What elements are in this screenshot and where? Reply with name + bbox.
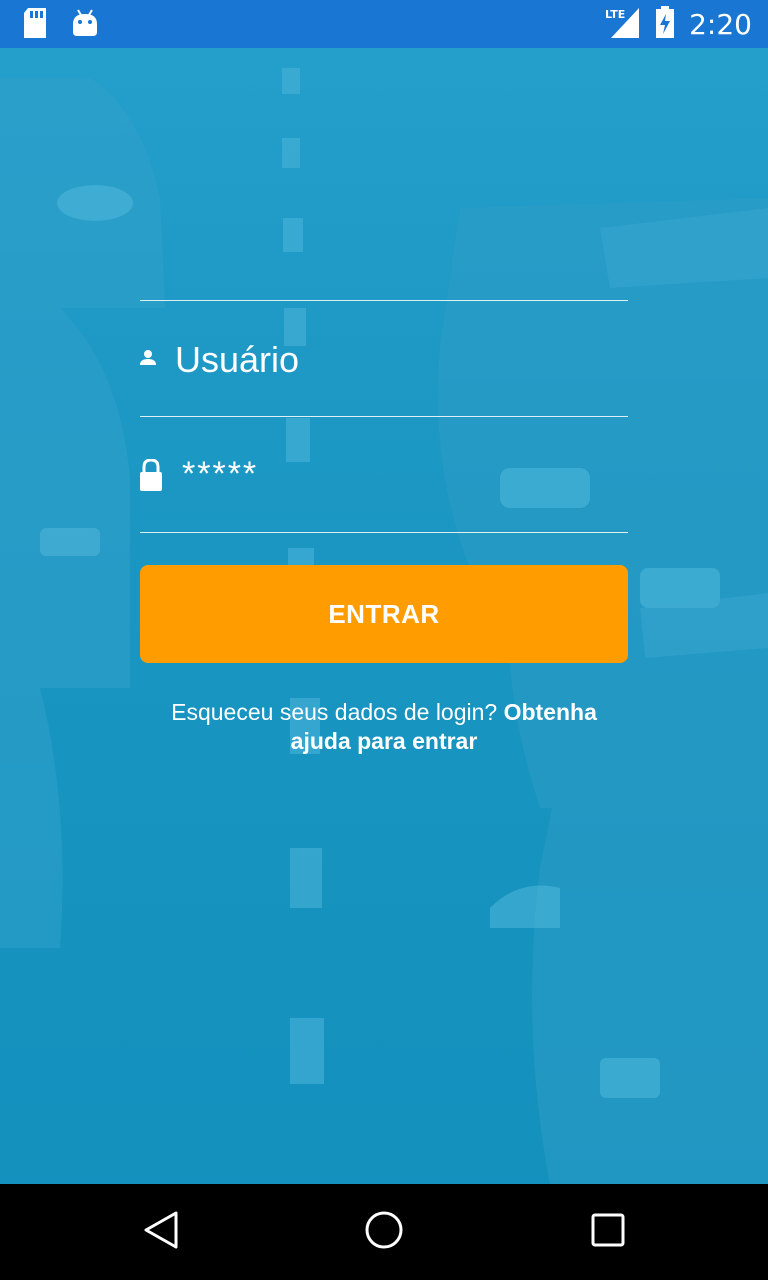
username-placeholder: Usuário [175, 339, 300, 380]
status-bar: LTE 2:20 [0, 0, 768, 48]
login-help-text: Esqueceu seus dados de login? Obtenha aj… [140, 698, 628, 756]
recents-icon[interactable] [590, 1210, 626, 1255]
help-text: Esqueceu seus dados de login? [171, 699, 498, 725]
sd-card-icon [22, 8, 48, 43]
home-icon[interactable] [364, 1210, 404, 1255]
password-value: ***** [182, 455, 259, 493]
login-button[interactable]: ENTRAR [140, 565, 628, 663]
battery-icon [655, 6, 675, 43]
android-icon [72, 8, 98, 43]
back-icon[interactable] [142, 1210, 180, 1255]
user-icon [140, 349, 156, 370]
divider [140, 532, 628, 533]
status-time: 2:20 [689, 8, 752, 41]
navigation-bar [0, 1184, 768, 1280]
svg-text:LTE: LTE [605, 8, 625, 21]
username-field[interactable]: Usuário [140, 301, 628, 416]
login-screen: Usuário ***** ENTRAR Esqueceu seus dados… [0, 48, 768, 1184]
password-field[interactable]: ***** [140, 417, 628, 532]
lte-signal-icon: LTE [605, 6, 641, 43]
login-form: Usuário ***** [140, 300, 628, 533]
lock-icon [140, 458, 162, 496]
